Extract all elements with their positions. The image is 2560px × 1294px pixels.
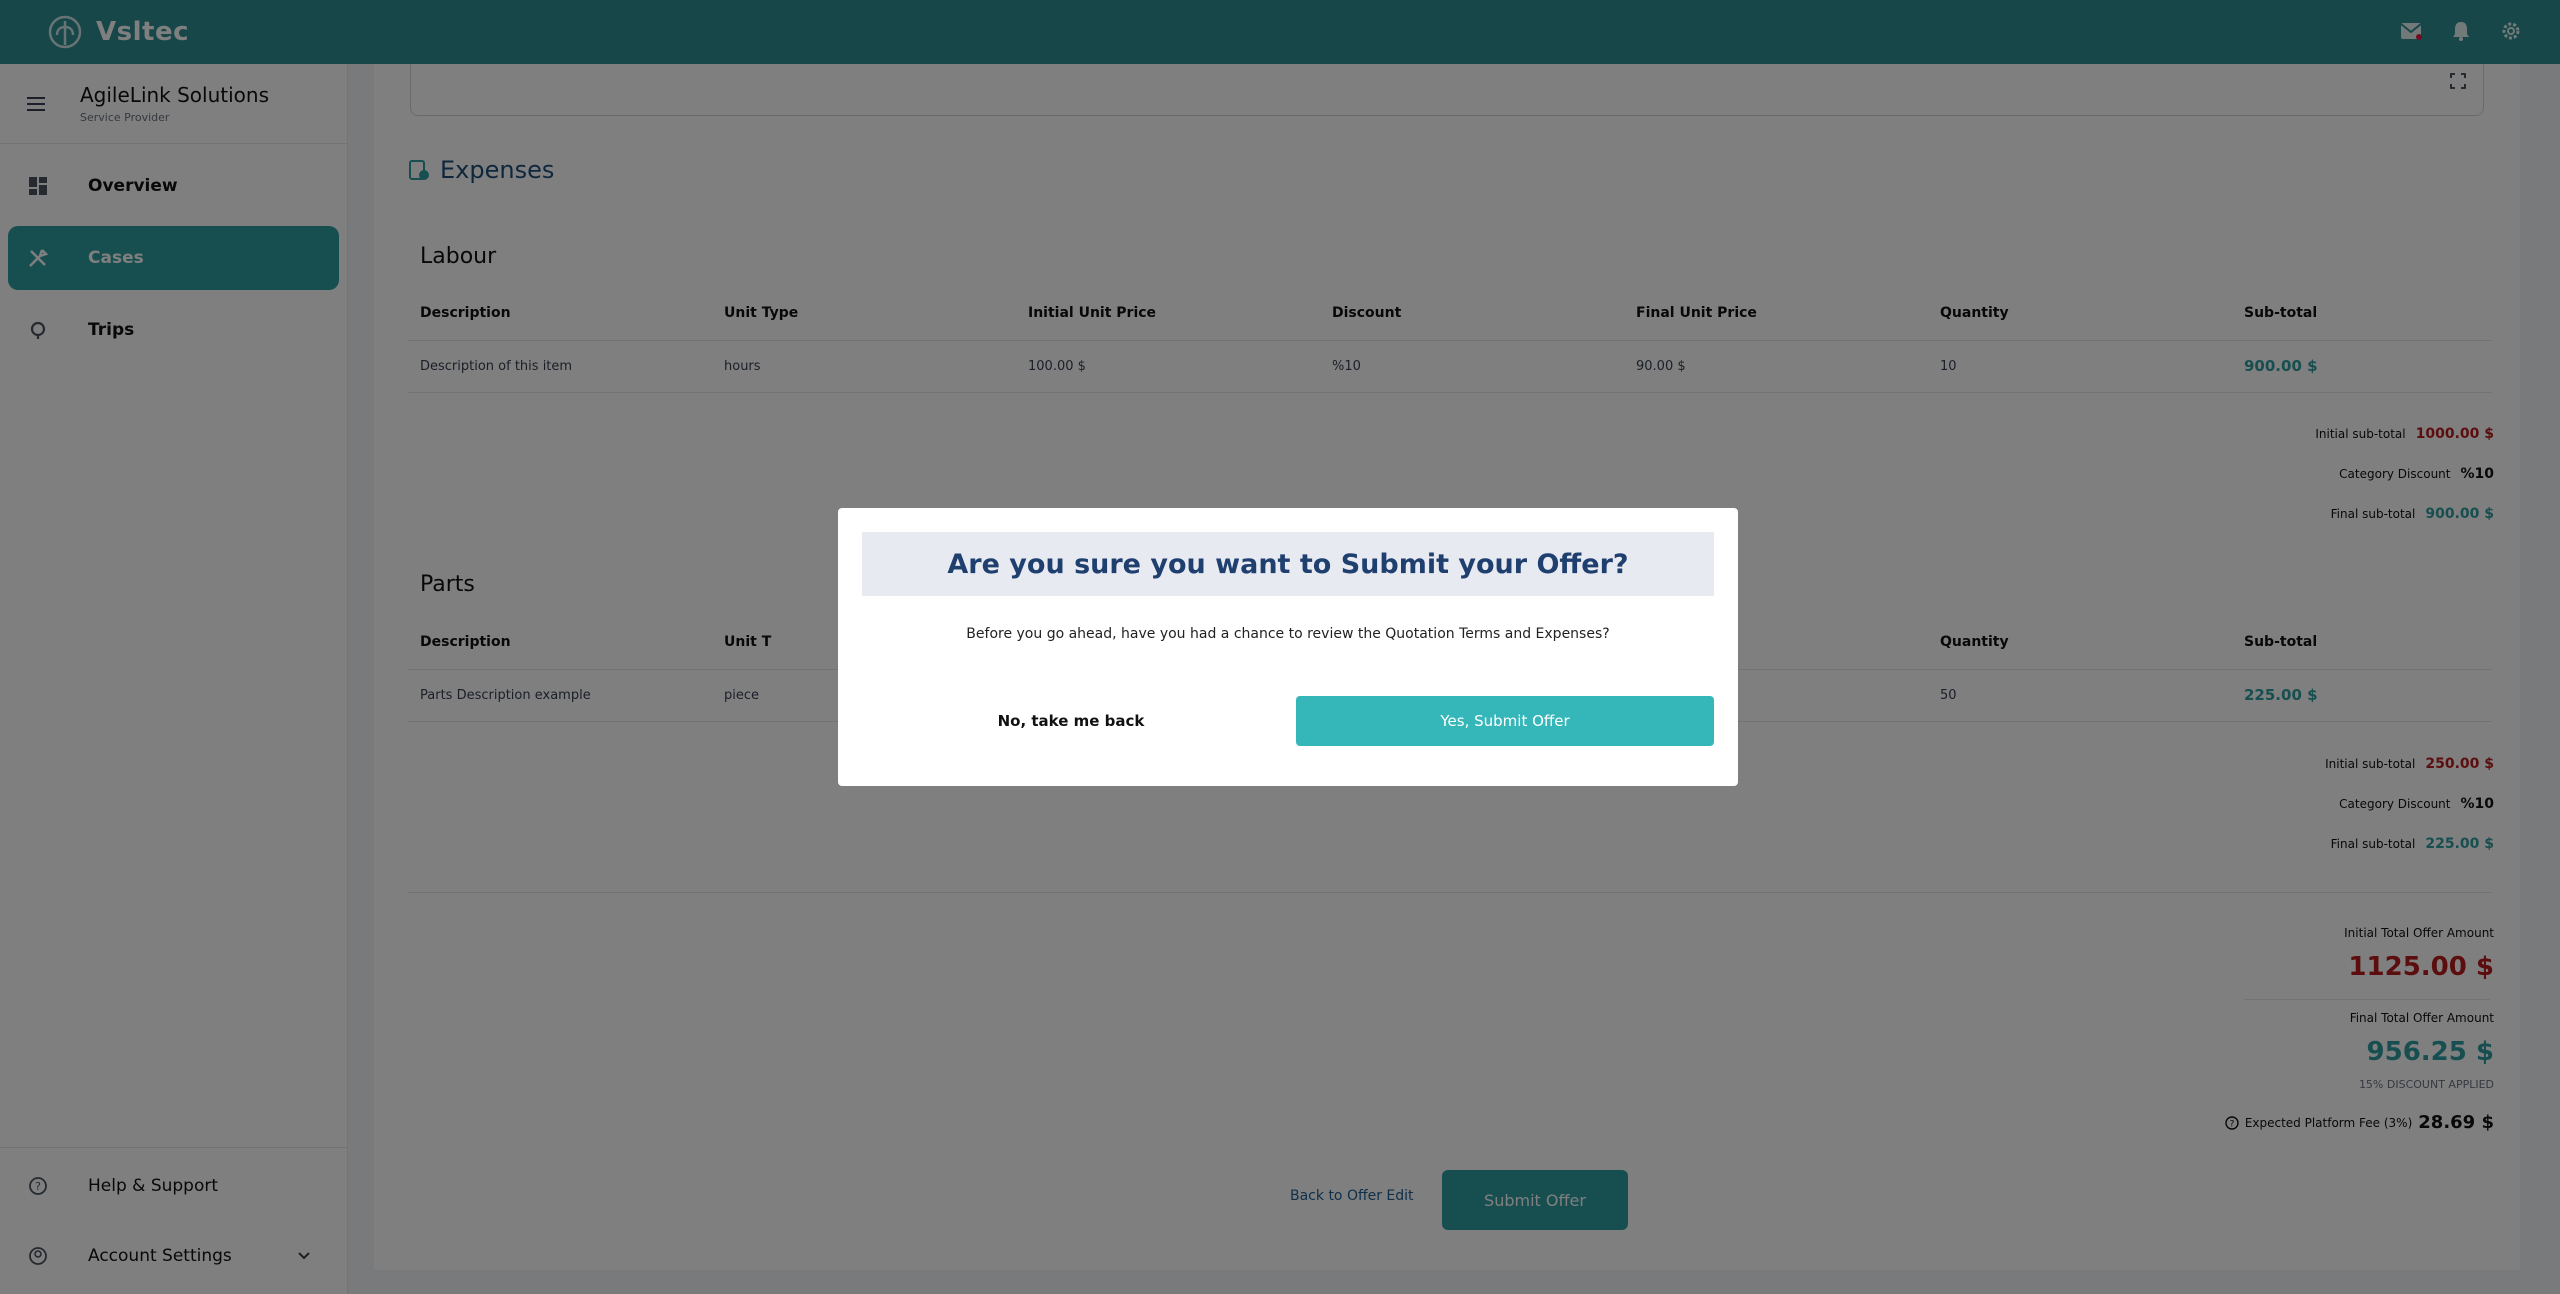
confirm-submit-button[interactable]: Yes, Submit Offer (1296, 696, 1714, 746)
cancel-button[interactable]: No, take me back (862, 696, 1280, 746)
confirm-submit-dialog: Are you sure you want to Submit your Off… (838, 508, 1738, 786)
dialog-message: Before you go ahead, have you had a chan… (966, 626, 1610, 642)
dialog-title: Are you sure you want to Submit your Off… (862, 532, 1714, 596)
